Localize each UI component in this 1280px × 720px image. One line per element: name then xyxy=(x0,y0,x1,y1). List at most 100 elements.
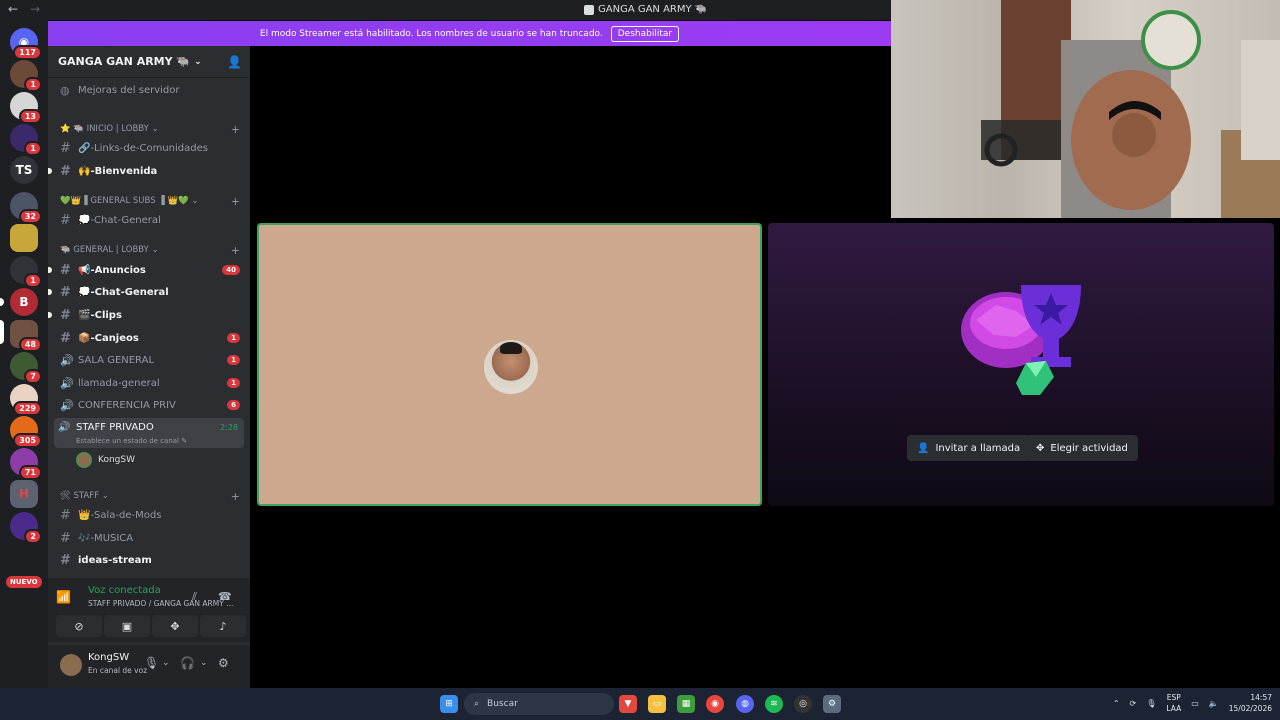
avatar xyxy=(76,452,92,468)
text-channel-icon: # xyxy=(60,330,71,346)
camera-toggle-button[interactable]: ⊘ xyxy=(56,615,102,637)
taskbar-search[interactable]: ⌕ Buscar xyxy=(464,693,614,715)
channel-links[interactable]: # 🔗-Links-de-Comunidades xyxy=(56,138,244,158)
channel-canjeos[interactable]: # 📦-Canjeos 1 xyxy=(56,328,244,348)
participant-tile[interactable] xyxy=(257,223,762,506)
channel-musica[interactable]: # 🎶-MUSICA xyxy=(56,528,244,548)
add-channel-icon[interactable]: + xyxy=(231,123,240,136)
trophy-illustration xyxy=(961,285,1081,395)
category-general-subs[interactable]: 💚👑▐ GENERAL SUBS ▐ 👑💚 ⌄ + xyxy=(60,194,244,208)
channel-chat-general[interactable]: # 💭-Chat-General xyxy=(48,282,244,302)
voice-channel-staff-privado[interactable]: 🔊 STAFF PRIVADO Establece un estado de c… xyxy=(54,418,244,448)
window-title: GANGA GAN ARMY 🐃 xyxy=(584,4,707,15)
chevron-down-icon[interactable]: ⌄ xyxy=(162,658,170,668)
server-icon-5[interactable] xyxy=(10,224,38,252)
screen-share-button[interactable]: ▣ xyxy=(104,615,150,637)
server-ts[interactable]: TS xyxy=(10,156,38,184)
chrome-icon[interactable]: ◉ xyxy=(706,695,724,713)
server-icon-2[interactable]: 13 xyxy=(10,92,42,124)
server-icon-active[interactable]: 48 xyxy=(10,320,42,352)
soundboard-icon: ♪ xyxy=(219,619,227,633)
home-badge: 117 xyxy=(13,45,42,60)
input-language[interactable]: ESP LAA xyxy=(1166,692,1181,714)
add-channel-icon[interactable]: + xyxy=(231,195,240,208)
voice-channel-conferencia[interactable]: 🔊 CONFERENCIA PRIV 6 xyxy=(56,395,244,415)
server-icon-11[interactable]: 71 xyxy=(10,448,42,480)
invite-people-icon[interactable]: 👤 xyxy=(227,55,242,69)
active-server-pip xyxy=(0,320,4,344)
user-name[interactable]: KongSW xyxy=(88,652,129,663)
channel-anuncios[interactable]: # 📢-Anuncios 40 xyxy=(48,260,244,280)
discord-taskbar-icon[interactable]: ◍ xyxy=(736,695,754,713)
microphone-tray-icon[interactable]: 🎙 xyxy=(1146,699,1156,708)
spotify-icon[interactable]: ≋ xyxy=(765,695,783,713)
noise-suppression-icon[interactable]: ⫽ xyxy=(192,590,197,604)
server-boost[interactable]: ◍ Mejoras del servidor xyxy=(56,80,244,100)
headphones-icon[interactable]: 🎧 xyxy=(180,656,195,670)
microphone-icon[interactable]: 🎙 xyxy=(144,656,159,670)
server-icon-4[interactable]: 32 xyxy=(10,192,42,224)
server-icon-6[interactable]: 1 xyxy=(10,256,42,288)
server-icon-12[interactable]: H xyxy=(10,480,38,508)
channel-bienvenida[interactable]: # 🙌-Bienvenida xyxy=(48,161,244,181)
channel-clips[interactable]: # 🎬-Clips xyxy=(48,305,244,325)
activity-tile: 👤 Invitar a llamada ✥ Elegir actividad xyxy=(768,223,1274,506)
soundboard-button[interactable]: ♪ xyxy=(200,615,246,637)
voice-channel-llamada-general[interactable]: 🔊 llamada-general 1 xyxy=(56,373,244,393)
add-channel-icon[interactable]: + xyxy=(231,490,240,503)
user-avatar[interactable] xyxy=(60,654,82,676)
sync-icon[interactable]: ⟳ xyxy=(1130,699,1137,708)
server-icon-7[interactable]: B xyxy=(10,288,38,316)
banner-text: El modo Streamer está habilitado. Los no… xyxy=(259,28,603,39)
home-button[interactable]: ◉ 117 xyxy=(10,28,42,60)
file-explorer-icon[interactable]: ▭ xyxy=(648,695,666,713)
channel-chat-general-subs[interactable]: # 💭-Chat-General xyxy=(56,210,244,230)
channel-ideas-stream[interactable]: # ideas-stream xyxy=(56,550,244,570)
brave-browser-icon[interactable]: ▼ xyxy=(619,695,637,713)
mention-badge: 1 xyxy=(227,378,240,388)
disconnect-icon[interactable]: ☎ xyxy=(218,590,232,603)
category-staff[interactable]: 🛠 STAFF ⌄ + xyxy=(60,489,244,503)
chevron-down-icon[interactable]: ⌄ xyxy=(200,658,208,668)
obs-icon[interactable]: ◎ xyxy=(794,695,812,713)
call-timer: 2:28 xyxy=(220,423,238,432)
activities-icon: ✥ xyxy=(170,619,180,633)
channel-status-prompt[interactable]: Establece un estado de canal ✎ xyxy=(76,437,187,445)
server-icon-9[interactable]: 229 xyxy=(10,384,42,416)
text-channel-icon: # xyxy=(60,507,71,523)
server-icon-13[interactable]: 2 xyxy=(10,512,42,544)
chevron-up-icon[interactable]: ⌃ xyxy=(1113,699,1120,708)
camera-off-icon: ⊘ xyxy=(74,619,84,633)
server-icon-3[interactable]: 1 xyxy=(10,124,42,156)
volume-icon[interactable]: 🔈 xyxy=(1209,699,1219,708)
server-icon-8[interactable]: 7 xyxy=(10,352,42,384)
category-inicio[interactable]: ⭐ 🐃 INICIO | LOBBY ⌄ + xyxy=(60,122,244,136)
speaker-icon: 🔊 xyxy=(60,353,74,367)
invite-to-call-button[interactable]: 👤 Invitar a llamada xyxy=(907,435,1031,461)
voice-member[interactable]: KongSW xyxy=(76,452,135,468)
disable-streamer-button[interactable]: Deshabilitar xyxy=(610,25,680,42)
start-windows-icon[interactable]: ⊞ xyxy=(440,695,458,713)
activities-button[interactable]: ✥ xyxy=(152,615,198,637)
choose-activity-button[interactable]: ✥ Elegir actividad xyxy=(1026,435,1138,461)
voice-channel-sala-general[interactable]: 🔊 SALA GENERAL 1 xyxy=(56,350,244,370)
settings-app-icon[interactable]: ⚙ xyxy=(823,695,841,713)
speaker-icon: 🔊 xyxy=(60,376,74,390)
clock[interactable]: 14:57 15/02/2026 xyxy=(1229,692,1272,714)
server-icon-1[interactable]: 1 xyxy=(10,60,42,92)
voice-channel-path[interactable]: STAFF PRIVADO / GANGA GAN ARMY ... xyxy=(88,599,233,608)
text-channel-icon: # xyxy=(60,163,71,179)
signal-icon[interactable]: 📶 xyxy=(56,590,71,604)
forward-arrow-icon[interactable]: → xyxy=(30,2,40,16)
category-general-lobby[interactable]: 🐃 GENERAL | LOBBY ⌄ + xyxy=(60,243,244,257)
voice-status[interactable]: Voz conectada xyxy=(88,585,161,596)
add-channel-icon[interactable]: + xyxy=(231,244,240,257)
server-header[interactable]: GANGA GAN ARMY 🐃 ⌄ 👤 xyxy=(48,46,250,78)
settings-gear-icon[interactable]: ⚙ xyxy=(218,656,229,670)
minecraft-icon[interactable]: ▦ xyxy=(677,695,695,713)
channel-sala-de-mods[interactable]: # 👑-Sala-de-Mods xyxy=(56,505,244,525)
chevron-down-icon: ⌄ xyxy=(191,196,199,206)
back-arrow-icon[interactable]: ← xyxy=(8,2,18,16)
network-icon[interactable]: ▭ xyxy=(1191,699,1199,708)
server-icon-10[interactable]: 305 xyxy=(10,416,42,448)
